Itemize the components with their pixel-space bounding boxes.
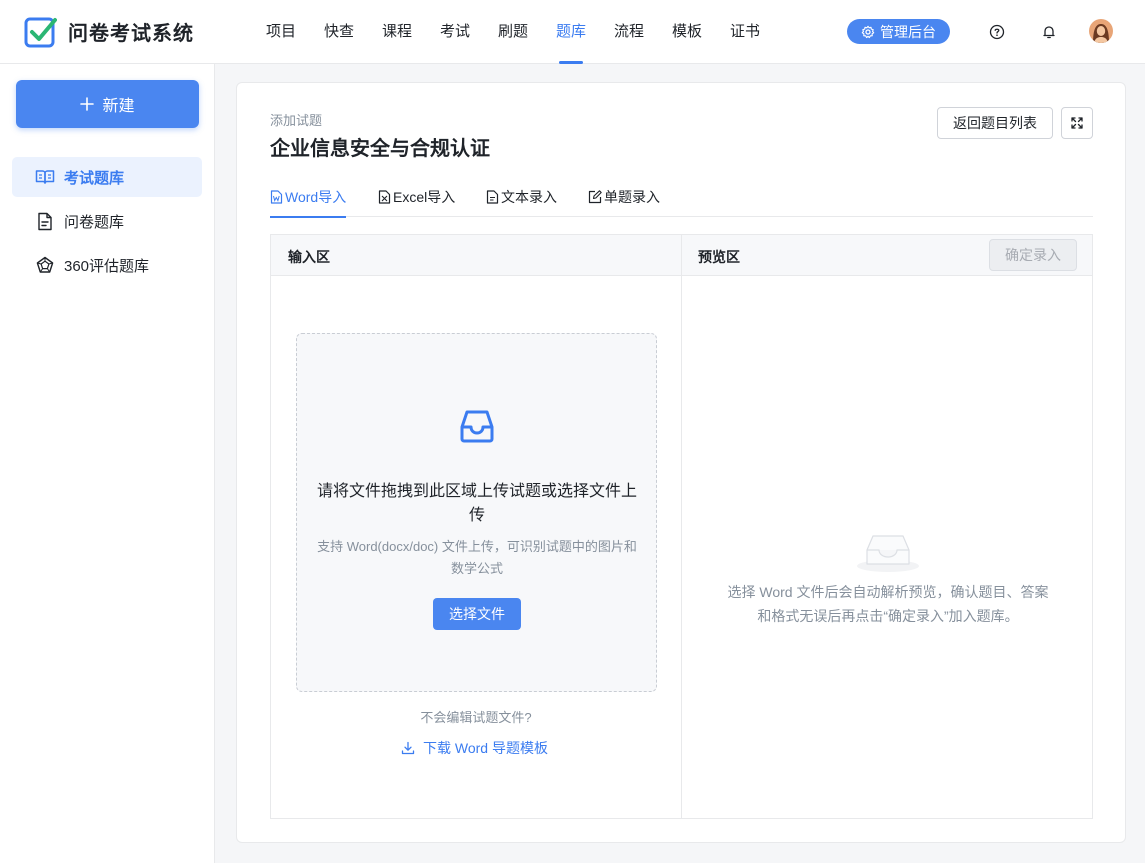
admin-console-button[interactable]: 管理后台 — [847, 19, 950, 44]
dropzone-main-text: 请将文件拖拽到此区域上传试题或选择文件上传 — [316, 483, 637, 524]
bell-icon — [1043, 26, 1055, 39]
tab-word-import[interactable]: Word导入 — [270, 176, 347, 218]
new-button[interactable]: 新建 — [16, 80, 199, 128]
expand-icon — [1071, 117, 1083, 129]
import-panel: 输入区 预览区 确定录入 请将文件拖拽到此区域上传试题或选择文件上传 支持 Wo… — [270, 234, 1093, 819]
admin-console-label: 管理后台 — [880, 23, 936, 40]
preview-area-title: 预览区 — [698, 249, 740, 265]
sidebar-item-360-bank[interactable]: 360评估题库 — [12, 245, 202, 285]
import-tabs: Word导入 Excel导入 文本录入 单题录入 — [270, 176, 1093, 218]
document-icon — [35, 211, 55, 231]
tab-single-entry[interactable]: 单题录入 — [588, 176, 660, 217]
tab-text-entry[interactable]: 文本录入 — [486, 176, 557, 217]
page-title: 企业信息安全与合规认证 — [270, 138, 490, 160]
file-dropzone[interactable]: 请将文件拖拽到此区域上传试题或选择文件上传 支持 Word(docx/doc) … — [296, 333, 657, 692]
logo-checkbox-icon — [24, 17, 57, 48]
top-header: 问卷考试系统 项目 快查 课程 考试 刷题 题库 流程 模板 证书 管理后台 — [0, 0, 1145, 64]
input-area-title: 输入区 — [288, 249, 330, 265]
nav-item-certificate[interactable]: 证书 — [716, 0, 774, 64]
tab-label: 文本录入 — [501, 188, 557, 205]
empty-inbox-icon — [857, 535, 919, 572]
new-button-label: 新建 — [102, 98, 135, 115]
template-hint-text: 不会编辑试题文件? — [420, 710, 532, 725]
gear-icon — [861, 25, 875, 38]
nav-item-course[interactable]: 课程 — [368, 0, 426, 64]
sidebar: 新建 考试题库 问卷题库 360评估题库 — [0, 64, 215, 863]
pentagon-icon — [35, 255, 55, 275]
avatar-image — [1089, 19, 1113, 43]
help-icon — [989, 24, 1005, 40]
text-file-icon — [486, 189, 499, 204]
word-file-icon — [270, 189, 283, 204]
help-button[interactable] — [985, 20, 1009, 44]
preview-empty-text: 选择 Word 文件后会自动解析预览，确认题目、答案和格式无误后再点击“确定录入… — [727, 584, 1049, 624]
sidebar-item-survey-bank[interactable]: 问卷题库 — [12, 201, 202, 241]
tab-label: Excel导入 — [393, 188, 456, 205]
nav-item-project[interactable]: 项目 — [252, 0, 310, 64]
nav-item-practice[interactable]: 刷题 — [484, 0, 542, 64]
nav-item-quick-check[interactable]: 快查 — [310, 0, 368, 64]
panel-divider — [681, 235, 682, 818]
app-title: 问卷考试系统 — [68, 23, 194, 45]
main-card: 添加试题 企业信息安全与合规认证 返回题目列表 Word导入 Excel导入 文… — [236, 82, 1126, 843]
download-template-link[interactable]: 下载 Word 导题模板 — [401, 738, 548, 758]
sidebar-item-label: 360评估题库 — [64, 257, 150, 275]
nav-item-question-bank[interactable]: 题库 — [542, 0, 600, 64]
fullscreen-button[interactable] — [1061, 107, 1093, 139]
main-nav: 项目 快查 课程 考试 刷题 题库 流程 模板 证书 — [252, 0, 774, 64]
notification-button[interactable] — [1037, 20, 1061, 44]
inbox-icon — [460, 410, 494, 443]
book-open-icon — [35, 167, 55, 187]
choose-file-button[interactable]: 选择文件 — [433, 598, 521, 630]
tab-label: Word导入 — [285, 188, 347, 205]
sidebar-item-exam-bank[interactable]: 考试题库 — [12, 157, 202, 197]
nav-item-exam[interactable]: 考试 — [426, 0, 484, 64]
edit-icon — [588, 189, 602, 203]
confirm-entry-button[interactable]: 确定录入 — [989, 239, 1077, 271]
nav-item-template[interactable]: 模板 — [658, 0, 716, 64]
sidebar-item-label: 问卷题库 — [64, 213, 125, 231]
tab-excel-import[interactable]: Excel导入 — [378, 176, 455, 217]
sidebar-item-label: 考试题库 — [64, 169, 125, 187]
dropzone-sub-text: 支持 Word(docx/doc) 文件上传，可识别试题中的图片和数学公式 — [317, 539, 637, 576]
nav-item-workflow[interactable]: 流程 — [600, 0, 658, 64]
breadcrumb: 添加试题 — [270, 113, 323, 128]
download-template-label: 下载 Word 导题模板 — [423, 740, 548, 756]
excel-file-icon — [378, 189, 391, 204]
user-avatar[interactable] — [1089, 19, 1113, 43]
download-icon — [401, 741, 415, 755]
back-to-list-button[interactable]: 返回题目列表 — [937, 107, 1053, 139]
tab-label: 单题录入 — [604, 188, 660, 205]
app-logo[interactable]: 问卷考试系统 — [24, 15, 194, 48]
plus-icon — [80, 97, 95, 111]
